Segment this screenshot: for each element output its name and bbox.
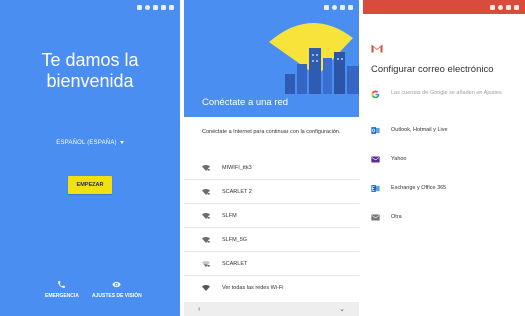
network-header: Conéctate a una red: [184, 0, 359, 117]
network-title: Conéctate a una red: [202, 97, 289, 108]
account-option-label: Exchange y Office 365: [391, 185, 447, 191]
wifi-network-item[interactable]: SLFM: [184, 204, 359, 228]
wifi-locked-icon: [202, 236, 210, 243]
welcome-screen: Te damos la bienvenida ESPAÑOL (ESPAÑA) …: [0, 0, 180, 316]
notification-icon: [490, 4, 495, 10]
emergency-button[interactable]: EMERGENCIA: [45, 280, 79, 299]
exchange-icon: [371, 184, 380, 193]
gmail-logo-icon: [371, 44, 383, 53]
account-option-google: Las cuentas de Google se añaden en Ajust…: [363, 86, 525, 116]
notification-icon: [137, 4, 142, 10]
vibrate-icon: [506, 4, 511, 10]
chevron-down-icon[interactable]: ⌄: [339, 305, 345, 313]
location-icon: [145, 4, 150, 10]
location-icon: [332, 4, 337, 10]
wifi-icon: [202, 285, 210, 291]
emergency-label: EMERGENCIA: [45, 293, 79, 299]
account-option-label: Outlook, Hotmail y Live: [391, 127, 448, 133]
outlook-icon: [371, 126, 380, 135]
email-setup-title: Configurar correo electrónico: [371, 64, 494, 75]
account-option-other[interactable]: Otra: [363, 203, 525, 232]
see-all-wifi-item[interactable]: Ver todas las redes Wi-Fi: [184, 276, 359, 300]
wifi-network-name: SCARLET: [222, 260, 248, 267]
battery-icon: [169, 4, 174, 10]
wifi-network-item[interactable]: SCARLET 2: [184, 180, 359, 204]
vision-settings-label: AJUSTES DE VISIÓN: [92, 293, 142, 299]
network-screen: Conéctate a una red Conéctate a Internet…: [184, 0, 359, 316]
app-header-bar: [363, 0, 525, 14]
account-type-list: Las cuentas de Google se añaden en Ajust…: [363, 86, 525, 232]
welcome-title: Te damos la bienvenida: [41, 50, 139, 91]
battery-icon: [348, 4, 353, 10]
email-setup-screen: Configurar correo electrónico Las cuenta…: [363, 0, 525, 316]
account-option-label: Las cuentas de Google se añaden en Ajust…: [391, 90, 502, 96]
vibrate-icon: [153, 4, 158, 10]
status-bar: [0, 0, 180, 14]
language-selector[interactable]: ESPAÑOL (ESPAÑA): [0, 140, 180, 146]
vibrate-icon: [340, 4, 345, 10]
wifi-network-item[interactable]: SLFM_5G: [184, 228, 359, 252]
wifi-weak-locked-icon: [202, 260, 210, 267]
see-all-wifi-label: Ver todas las redes Wi-Fi: [222, 285, 284, 291]
wifi-network-item[interactable]: SCARLET: [184, 252, 359, 276]
start-button[interactable]: EMPEZAR: [68, 176, 112, 194]
battery-icon: [514, 4, 519, 10]
account-option-yahoo[interactable]: Yahoo: [363, 145, 525, 174]
wifi-network-name: SLFM_5G: [222, 236, 248, 243]
city-illustration: [269, 22, 359, 94]
wifi-network-name: MIWIFI_ttk3: [222, 164, 252, 171]
vision-settings-button[interactable]: AJUSTES DE VISIÓN: [92, 280, 142, 299]
phone-icon: [58, 281, 66, 288]
eye-icon: [112, 281, 121, 288]
account-option-label: Otra: [391, 214, 402, 220]
wifi-network-name: SLFM: [222, 212, 237, 219]
google-icon: [371, 90, 380, 99]
wifi-locked-icon: [202, 212, 210, 219]
wifi-locked-icon: [202, 164, 210, 171]
account-option-exchange[interactable]: Exchange y Office 365: [363, 174, 525, 203]
mail-icon: [371, 213, 380, 222]
signal-icon: [161, 4, 166, 10]
wifi-list: MIWIFI_ttk3 SCARLET 2 SLFM SLFM_5G SCARL…: [184, 156, 359, 300]
location-icon: [498, 4, 503, 10]
wifi-network-item[interactable]: MIWIFI_ttk3: [184, 156, 359, 180]
status-bar: [363, 0, 525, 14]
account-option-outlook[interactable]: Outlook, Hotmail y Live: [363, 116, 525, 145]
wifi-network-name: SCARLET 2: [222, 188, 252, 195]
network-description: Conéctate a Internet para continuar con …: [202, 129, 341, 135]
language-label: ESPAÑOL (ESPAÑA): [56, 140, 117, 146]
chevron-down-icon: [119, 140, 124, 144]
back-button[interactable]: ‹: [198, 306, 200, 313]
account-option-label: Yahoo: [391, 156, 407, 162]
wifi-locked-icon: [202, 188, 210, 195]
notification-icon: [324, 4, 329, 10]
status-bar: [184, 0, 359, 14]
setup-nav-bar: ‹ ⌄: [184, 302, 359, 316]
yahoo-icon: [371, 155, 380, 164]
